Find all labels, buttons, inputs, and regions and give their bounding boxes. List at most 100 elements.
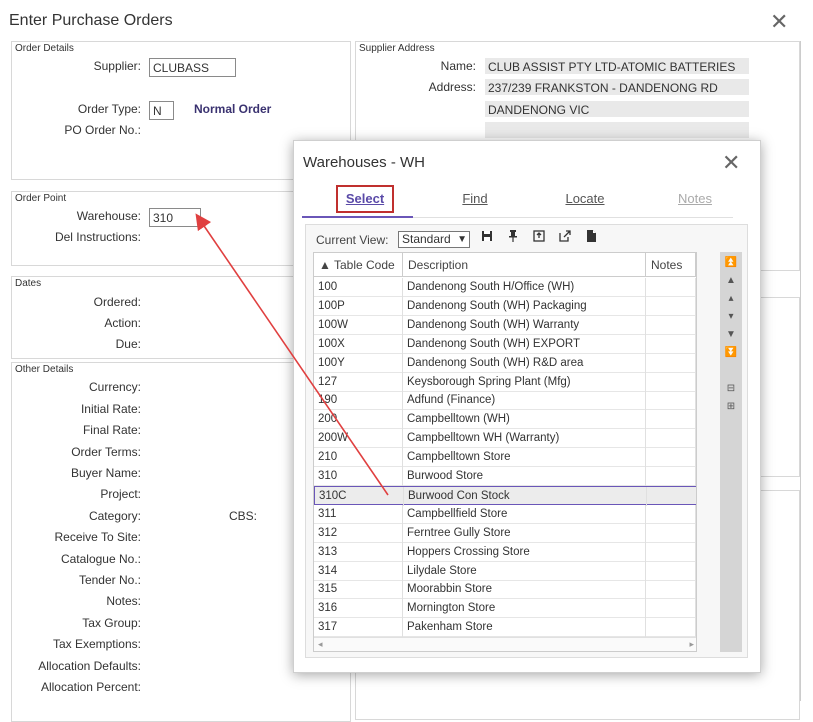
table-code-cell: 190 bbox=[314, 391, 403, 411]
notes-cell bbox=[646, 580, 696, 600]
current-view-select[interactable]: Standard ▼ bbox=[398, 231, 470, 248]
table-row[interactable]: 316 Mornington Store bbox=[314, 599, 696, 619]
notes-cell bbox=[646, 599, 696, 619]
supplier-input[interactable]: CLUBASS bbox=[149, 58, 236, 77]
description-cell: Campbellfield Store bbox=[403, 504, 646, 524]
notes-cell bbox=[646, 315, 696, 335]
description-cell: Lilydale Store bbox=[403, 561, 646, 581]
tab-locate[interactable]: Locate bbox=[530, 185, 640, 213]
table-row[interactable]: 310 Burwood Store bbox=[314, 467, 696, 486]
table-row[interactable]: 100W Dandenong South (WH) Warranty bbox=[314, 315, 696, 335]
group-label: Supplier Address bbox=[359, 43, 435, 54]
table-row[interactable]: 312 Ferntree Gully Store bbox=[314, 523, 696, 543]
table-row[interactable]: 100Y Dandenong South (WH) R&D area bbox=[314, 353, 696, 373]
other-detail-label: Final Rate: bbox=[82, 423, 141, 437]
save-icon[interactable] bbox=[479, 230, 495, 246]
table-row[interactable]: 317 Pakenham Store bbox=[314, 618, 696, 638]
action-label: Action: bbox=[104, 316, 141, 330]
table-row[interactable]: 127 Keysborough Spring Plant (Mfg) bbox=[314, 372, 696, 392]
address-line-3 bbox=[485, 122, 749, 138]
description-cell: Keysborough Spring Plant (Mfg) bbox=[403, 372, 646, 392]
other-detail-label: Tender No.: bbox=[78, 573, 141, 587]
table-code-cell: 100Y bbox=[314, 353, 403, 373]
description-cell: Burwood Con Stock bbox=[404, 486, 647, 506]
other-detail-label: Allocation Percent: bbox=[40, 680, 141, 694]
table-row[interactable]: 100X Dandenong South (WH) EXPORT bbox=[314, 334, 696, 354]
notes-cell bbox=[646, 542, 696, 562]
description-cell: Hoppers Crossing Store bbox=[403, 542, 646, 562]
table-code-cell: 317 bbox=[314, 618, 403, 638]
other-detail-label: Currency: bbox=[88, 380, 141, 394]
document-icon[interactable] bbox=[583, 230, 599, 246]
table-row[interactable]: 310C Burwood Con Stock bbox=[314, 485, 696, 506]
line-down-icon[interactable]: ▾ bbox=[723, 310, 739, 324]
warehouse-input[interactable]: 310 bbox=[149, 208, 201, 227]
table-row[interactable]: 200 Campbelltown (WH) bbox=[314, 410, 696, 430]
description-cell: Dandenong South H/Office (WH) bbox=[403, 278, 646, 297]
table-code-cell: 314 bbox=[314, 561, 403, 581]
notes-cell bbox=[646, 278, 696, 297]
last-page-icon[interactable]: ⏬ bbox=[723, 346, 739, 360]
column-header-description[interactable]: Description bbox=[403, 253, 646, 277]
select-panel: Current View: Standard ▼ ▲ Table Code De… bbox=[305, 224, 748, 658]
description-cell: Moorabbin Store bbox=[403, 580, 646, 600]
description-cell: Burwood Store bbox=[403, 467, 646, 486]
table-code-cell: 200W bbox=[314, 429, 403, 449]
tab-select[interactable]: Select bbox=[310, 185, 420, 213]
other-detail-label: Allocation Defaults: bbox=[38, 659, 141, 673]
group-label: Dates bbox=[15, 278, 42, 289]
tab-notes[interactable]: Notes bbox=[640, 185, 750, 213]
line-up-icon[interactable]: ▴ bbox=[723, 292, 739, 306]
notes-cell bbox=[646, 467, 696, 486]
expand-icon[interactable]: ⊞ bbox=[723, 400, 739, 414]
notes-cell bbox=[646, 523, 696, 543]
table-code-cell: 313 bbox=[314, 542, 403, 562]
export-icon[interactable] bbox=[531, 230, 547, 246]
table-row[interactable]: 210 Campbelltown Store bbox=[314, 448, 696, 468]
notes-cell bbox=[646, 448, 696, 468]
collapse-icon[interactable]: ⊟ bbox=[723, 382, 739, 396]
horizontal-scrollbar[interactable]: ◂ ▸ bbox=[314, 637, 696, 651]
scroll-right-icon[interactable]: ▸ bbox=[689, 639, 694, 650]
page-up-icon[interactable]: ▲ bbox=[723, 274, 739, 288]
table-row[interactable]: 315 Moorabbin Store bbox=[314, 580, 696, 600]
table-row[interactable]: 100P Dandenong South (WH) Packaging bbox=[314, 296, 696, 316]
popup-close-icon[interactable]: ✕ bbox=[722, 152, 740, 174]
table-code-cell: 310 bbox=[314, 467, 403, 486]
page-down-icon[interactable]: ▼ bbox=[723, 328, 739, 342]
table-row[interactable]: 200W Campbelltown WH (Warranty) bbox=[314, 429, 696, 449]
del-instructions-label: Del Instructions: bbox=[54, 230, 141, 244]
chevron-down-icon: ▼ bbox=[457, 234, 467, 245]
table-row[interactable]: 314 Lilydale Store bbox=[314, 561, 696, 581]
table-row[interactable]: 311 Campbellfield Store bbox=[314, 504, 696, 524]
table-row[interactable]: 190 Adfund (Finance) bbox=[314, 391, 696, 411]
open-external-icon[interactable] bbox=[557, 230, 573, 246]
close-icon[interactable]: ✕ bbox=[770, 11, 788, 33]
description-cell: Dandenong South (WH) R&D area bbox=[403, 353, 646, 373]
column-header-notes[interactable]: Notes bbox=[646, 253, 696, 277]
table-row[interactable]: 100 Dandenong South H/Office (WH) bbox=[314, 278, 696, 297]
tab-find[interactable]: Find bbox=[420, 185, 530, 213]
description-cell: Pakenham Store bbox=[403, 618, 646, 638]
notes-cell bbox=[646, 504, 696, 524]
order-type-description: Normal Order bbox=[194, 102, 272, 116]
column-header-table-code[interactable]: ▲ Table Code bbox=[314, 253, 403, 277]
warehouses-popup: Warehouses - WH ✕ Select Find Locate Not… bbox=[293, 140, 761, 673]
first-page-icon[interactable]: ⏫ bbox=[723, 256, 739, 270]
other-detail-label: Notes: bbox=[106, 594, 141, 608]
current-view-value: Standard bbox=[402, 232, 451, 246]
other-detail-label: Order Terms: bbox=[71, 445, 141, 459]
order-type-input[interactable]: N bbox=[149, 101, 174, 120]
other-detail-label: Tax Group: bbox=[82, 616, 141, 630]
name-label: Name: bbox=[440, 59, 476, 73]
pin-icon[interactable] bbox=[505, 230, 521, 246]
cbs-label: CBS: bbox=[229, 509, 258, 523]
other-detail-label: Tax Exemptions: bbox=[52, 637, 141, 651]
name-value: CLUB ASSIST PTY LTD-ATOMIC BATTERIES bbox=[485, 58, 749, 74]
table-row[interactable]: 313 Hoppers Crossing Store bbox=[314, 542, 696, 562]
notes-cell bbox=[646, 410, 696, 430]
supplier-label: Supplier: bbox=[93, 59, 141, 73]
ordered-label: Ordered: bbox=[93, 295, 141, 309]
scroll-left-icon[interactable]: ◂ bbox=[318, 639, 323, 650]
warehouse-table: ▲ Table Code Description Notes 100 Danden… bbox=[313, 252, 697, 652]
